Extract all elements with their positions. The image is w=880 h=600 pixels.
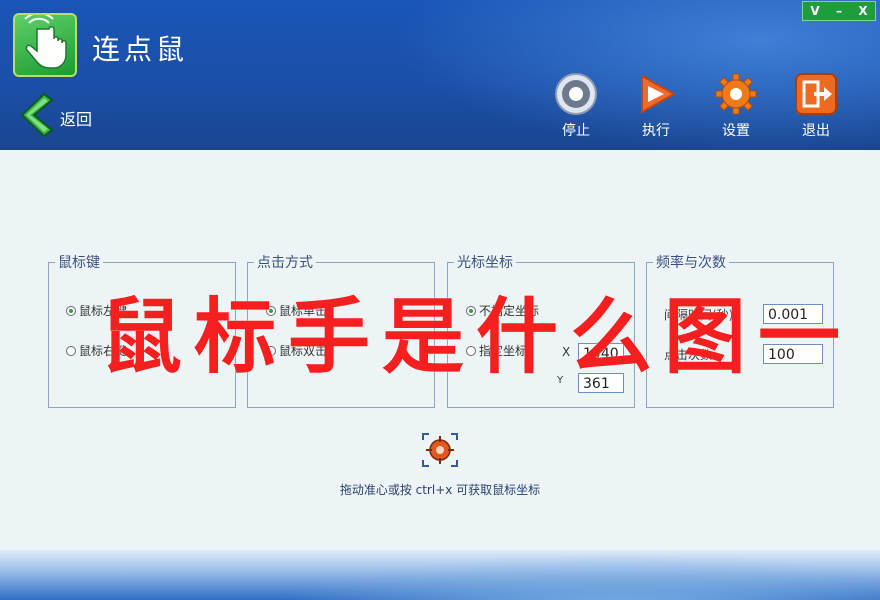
radio-dot[interactable]	[66, 305, 76, 316]
settings-label: 设置	[722, 123, 750, 139]
run-button[interactable]: 执行	[626, 72, 686, 140]
chevron-left-icon[interactable]	[18, 92, 58, 138]
stop-icon	[555, 73, 597, 115]
app-title: 连点鼠	[92, 33, 189, 66]
cursor-coords-group-title: 光标坐标	[457, 255, 513, 271]
crosshair-hint: 拖动准心或按 ctrl+x 可获取鼠标坐标	[339, 483, 541, 497]
run-label: 执行	[642, 123, 670, 139]
radio-dot[interactable]	[66, 345, 76, 356]
gear-icon	[715, 73, 757, 115]
stop-label: 停止	[562, 123, 590, 139]
exit-icon	[795, 73, 837, 115]
stop-button[interactable]: 停止	[546, 72, 606, 140]
click-mode-group-title: 点击方式	[257, 255, 313, 271]
footer-band	[0, 550, 880, 600]
mouse-button-group-title: 鼠标键	[58, 255, 100, 271]
title-bar-header: V – X 连点鼠 返回 停止 执行 设置 退出	[0, 0, 880, 150]
exit-button[interactable]: 退出	[786, 72, 846, 140]
crosshair-icon[interactable]	[421, 432, 459, 468]
minimize-button[interactable]: –	[827, 2, 851, 20]
hand-pointer-icon	[24, 12, 67, 69]
frequency-group-title: 频率与次数	[656, 255, 726, 271]
settings-button[interactable]: 设置	[706, 72, 766, 140]
window-controls: V – X	[802, 1, 876, 21]
app-logo	[13, 12, 77, 77]
play-icon	[641, 74, 677, 114]
minimize-to-tray-button[interactable]: V	[803, 2, 827, 20]
watermark-text: 鼠标手是什么图一	[100, 290, 853, 385]
exit-label: 退出	[802, 123, 830, 139]
close-button[interactable]: X	[851, 2, 875, 20]
back-button-label[interactable]: 返回	[60, 106, 92, 130]
